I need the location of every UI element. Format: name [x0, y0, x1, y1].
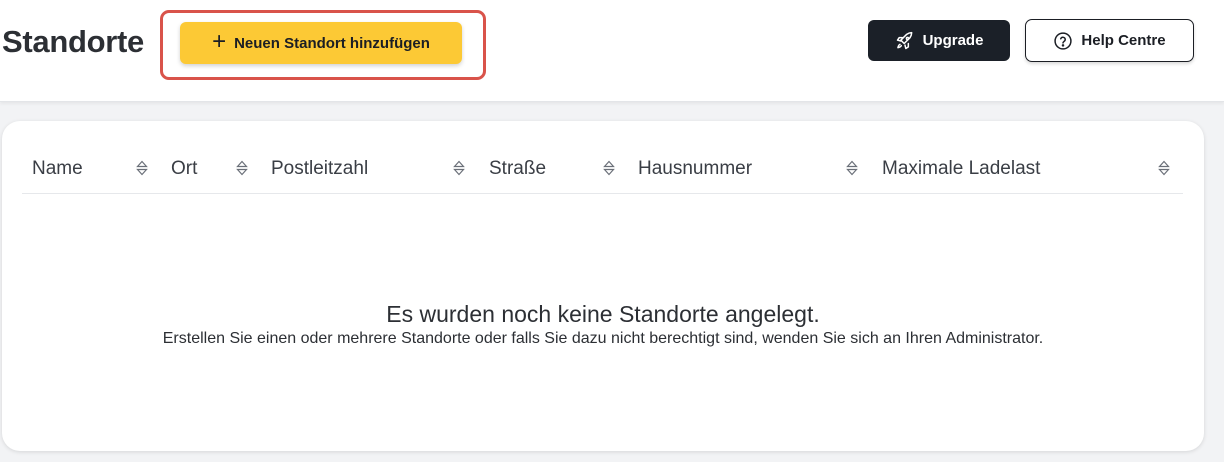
add-location-button-label: Neuen Standort hinzufügen — [234, 34, 430, 52]
sort-icon[interactable] — [453, 160, 465, 176]
column-header-name[interactable]: Name — [32, 158, 83, 180]
column-header-maximale-ladelast[interactable]: Maximale Ladelast — [882, 158, 1040, 180]
column-header-ort[interactable]: Ort — [171, 158, 197, 180]
empty-state-title: Es wurden noch keine Standorte angelegt. — [386, 301, 820, 327]
upgrade-button[interactable]: Upgrade — [868, 20, 1010, 61]
column-header-postleitzahl[interactable]: Postleitzahl — [271, 158, 368, 180]
sort-icon[interactable] — [236, 160, 248, 176]
question-circle-icon — [1053, 31, 1073, 51]
page-title: Standorte — [2, 24, 144, 59]
help-centre-button-label: Help Centre — [1081, 32, 1166, 49]
rocket-icon — [895, 31, 915, 51]
sort-icon[interactable] — [846, 160, 858, 176]
help-centre-button[interactable]: Help Centre — [1025, 19, 1194, 62]
plus-icon: + — [212, 28, 227, 55]
locations-table-card: Name Ort Postleitzahl Straße Hausnummer … — [2, 121, 1204, 451]
sort-icon[interactable] — [603, 160, 615, 176]
add-location-button[interactable]: + Neuen Standort hinzufügen — [180, 22, 462, 64]
empty-state-description: Erstellen Sie einen oder mehrere Standor… — [162, 330, 1044, 347]
sort-icon[interactable] — [136, 160, 148, 176]
sort-icon[interactable] — [1158, 160, 1170, 176]
table-header: Name Ort Postleitzahl Straße Hausnummer … — [22, 148, 1183, 194]
column-header-hausnummer[interactable]: Hausnummer — [638, 158, 752, 180]
column-header-strasse[interactable]: Straße — [489, 158, 546, 180]
page-header: Standorte + Neuen Standort hinzufügen Up… — [0, 0, 1224, 102]
upgrade-button-label: Upgrade — [922, 32, 984, 49]
